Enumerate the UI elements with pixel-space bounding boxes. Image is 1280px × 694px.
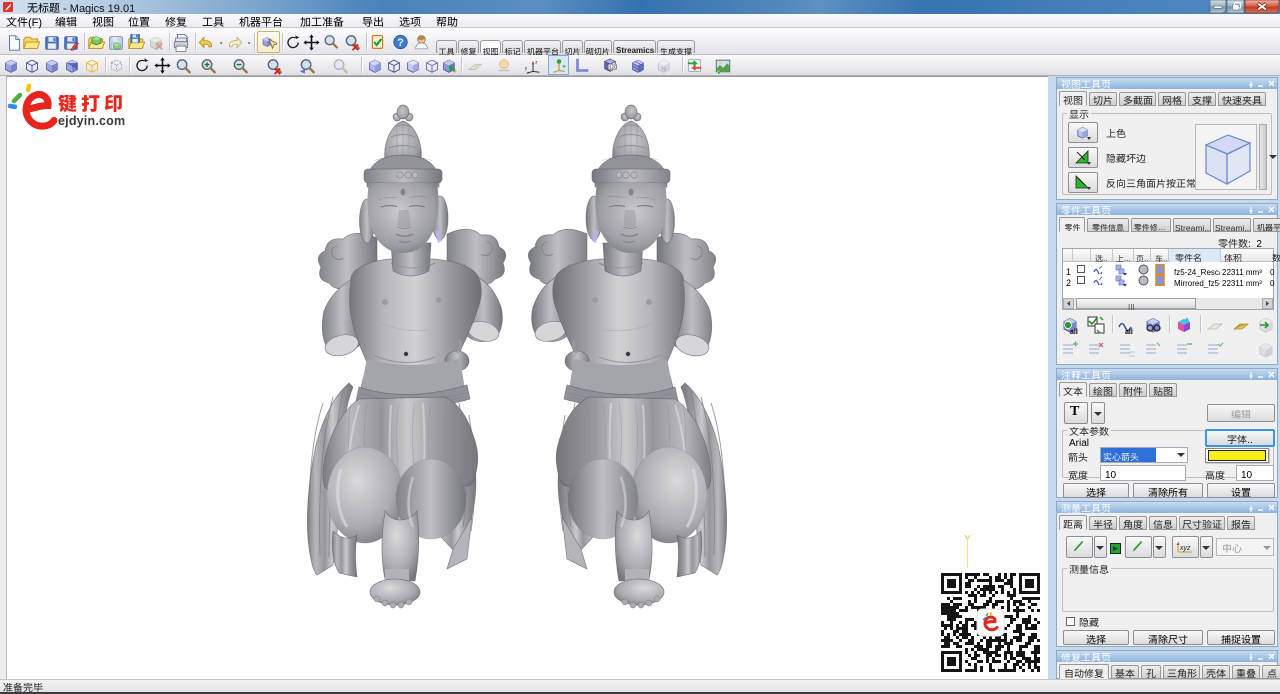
- svg-text:all: all: [1070, 329, 1078, 335]
- svg-text:all: all: [1125, 329, 1133, 335]
- svg-text:xyz: xyz: [1179, 545, 1191, 552]
